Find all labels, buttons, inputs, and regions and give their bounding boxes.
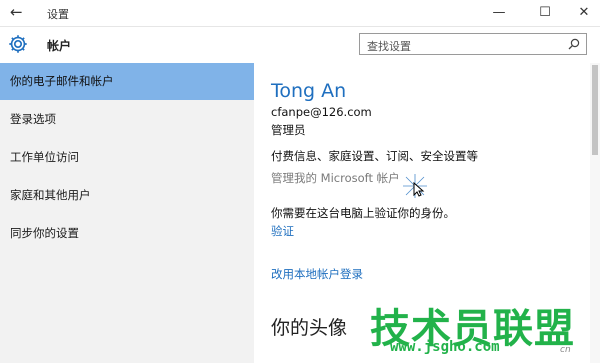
close-button[interactable]: ✕	[569, 3, 599, 23]
search-input[interactable]: 查找设置	[359, 33, 587, 55]
mouse-cursor-icon	[403, 174, 427, 198]
sidebar-item-family-users[interactable]: 家庭和其他用户	[0, 177, 254, 214]
watermark-url: www.jsgho.com	[390, 339, 500, 355]
verify-link[interactable]: 验证	[271, 223, 294, 239]
scrollbar-thumb[interactable]	[592, 65, 598, 155]
page-title: 帐户	[47, 39, 72, 53]
sidebar-item-sync-settings[interactable]: 同步你的设置	[0, 215, 254, 252]
sign-in-local-account-link[interactable]: 改用本地帐户登录	[271, 266, 363, 282]
verify-identity-text: 你需要在这台电脑上验证你的身份。	[271, 206, 455, 220]
account-role: 管理员	[271, 123, 306, 137]
scrollbar[interactable]	[590, 63, 600, 363]
search-placeholder: 查找设置	[367, 40, 411, 53]
minimize-button[interactable]: —	[484, 3, 514, 23]
sidebar: 你的电子邮件和帐户 登录选项 工作单位访问 家庭和其他用户 同步你的设置	[0, 63, 254, 363]
search-icon[interactable]	[568, 38, 580, 50]
account-name: Tong An	[271, 80, 347, 102]
title-bar: ← 设置 — ☐ ✕	[0, 0, 600, 27]
sidebar-item-sign-in-options[interactable]: 登录选项	[0, 101, 254, 138]
avatar-heading: 你的头像	[271, 317, 348, 339]
page-header: 帐户 查找设置	[0, 27, 600, 63]
sidebar-item-email-accounts[interactable]: 你的电子邮件和帐户	[0, 63, 254, 100]
watermark-tag: cn	[560, 345, 571, 355]
account-email: cfanpe@126.com	[271, 105, 372, 119]
manage-microsoft-account-link[interactable]: 管理我的 Microsoft 帐户	[271, 170, 400, 186]
sidebar-item-work-access[interactable]: 工作单位访问	[0, 139, 254, 176]
billing-info-text: 付费信息、家庭设置、订阅、安全设置等	[271, 149, 478, 163]
maximize-button[interactable]: ☐	[530, 3, 560, 23]
window-title: 设置	[47, 8, 69, 21]
gear-icon	[9, 35, 27, 53]
back-arrow-icon[interactable]: ←	[10, 4, 23, 20]
